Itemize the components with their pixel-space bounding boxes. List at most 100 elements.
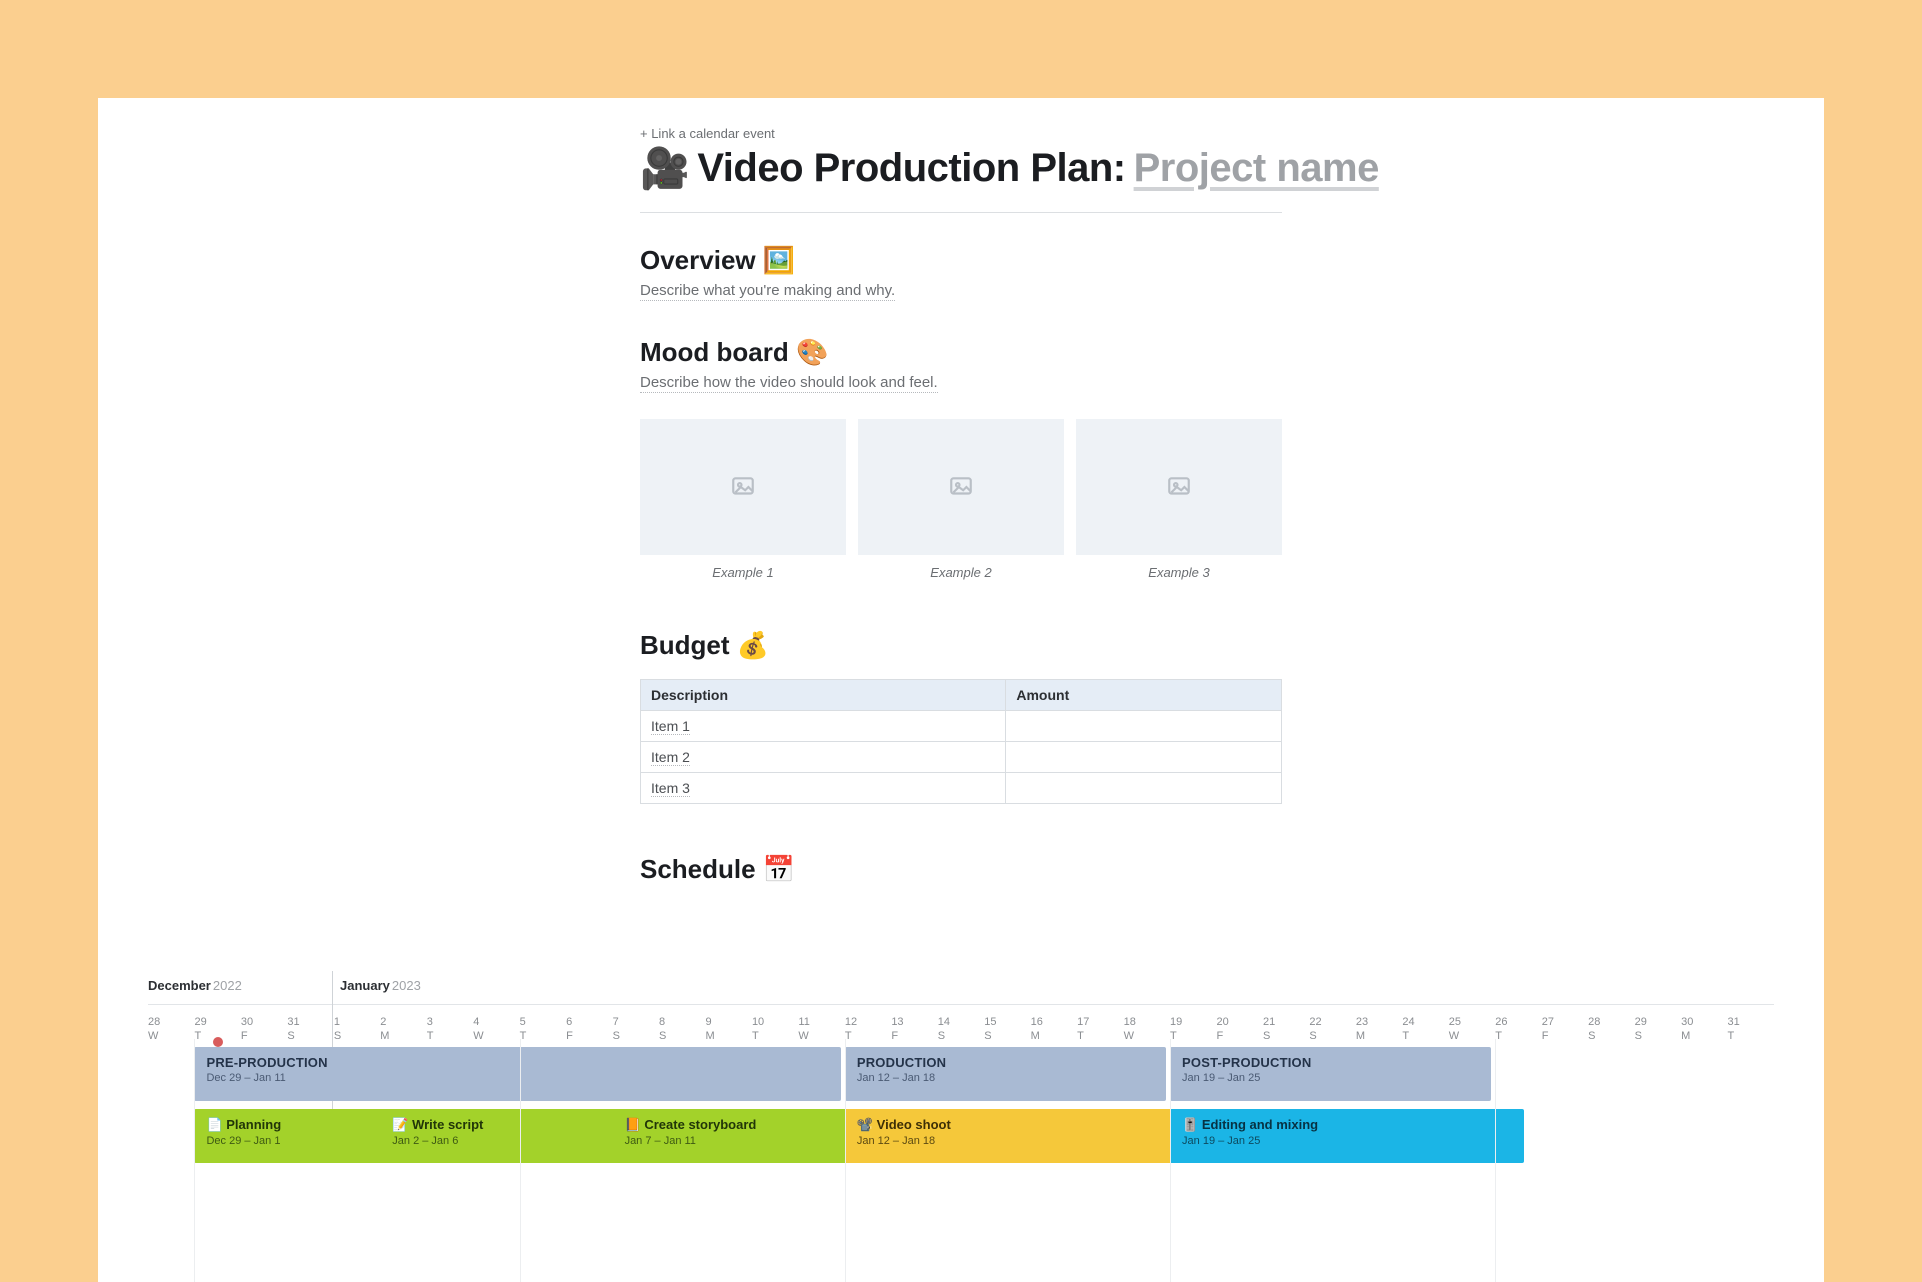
image-placeholder[interactable] [640, 419, 846, 555]
day-header: 11W [798, 1015, 846, 1043]
today-marker [213, 1037, 223, 1047]
day-header: 31T [1728, 1015, 1776, 1043]
bar-dates: Jan 19 – Jan 25 [1182, 1072, 1479, 1084]
project-name-placeholder[interactable]: Project name [1134, 146, 1379, 191]
grid-line [194, 1039, 195, 1282]
month-labels: December2022 January2023 [148, 978, 1774, 998]
day-header-row: 28W29T30F31S1S2M3T4W5T6F7S8S9M10T11W12T1… [148, 1015, 1774, 1043]
month-label: December2022 [148, 978, 242, 993]
table-row[interactable]: Item 2 [641, 742, 1282, 773]
day-header: 28S [1588, 1015, 1636, 1043]
day-header: 30F [241, 1015, 289, 1043]
bar-dates: Jan 7 – Jan 11 [625, 1135, 862, 1147]
day-header: 6F [566, 1015, 614, 1043]
table-row[interactable]: Item 1 [641, 711, 1282, 742]
budget-item[interactable]: Item 1 [651, 718, 690, 735]
day-header: 13F [891, 1015, 939, 1043]
bar-title: PRE-PRODUCTION [206, 1055, 828, 1070]
day-header: 2M [380, 1015, 428, 1043]
bar-title: 📄 Planning [206, 1117, 396, 1133]
task-bar[interactable]: 📝 Write scriptJan 2 – Jan 6 [380, 1109, 641, 1163]
day-header: 21S [1263, 1015, 1311, 1043]
moodboard-heading: Mood board 🎨 [640, 337, 1282, 368]
moodboard-cell[interactable]: Example 1 [640, 419, 846, 580]
bar-title: 📽️ Video shoot [857, 1117, 1187, 1133]
day-header: 15S [984, 1015, 1032, 1043]
bar-title: 📙 Create storyboard [625, 1117, 862, 1133]
grid-line [520, 1039, 521, 1282]
budget-amount[interactable] [1006, 711, 1282, 742]
bar-dates: Jan 12 – Jan 18 [857, 1072, 1154, 1084]
schedule-timeline[interactable]: December2022 January2023 28W29T30F31S1S2M… [148, 978, 1774, 1207]
link-calendar-event[interactable]: + Link a calendar event [640, 126, 1282, 141]
day-header: 30M [1681, 1015, 1729, 1043]
phase-bar[interactable]: POST-PRODUCTION Jan 19 – Jan 25 [1170, 1047, 1491, 1101]
day-header: 23M [1356, 1015, 1404, 1043]
gantt-area[interactable]: PRE-PRODUCTION Dec 29 – Jan 11 PRODUCTION J… [148, 1047, 1774, 1207]
overview-placeholder[interactable]: Describe what you're making and why. [640, 282, 895, 301]
bar-title: POST-PRODUCTION [1182, 1055, 1479, 1070]
task-bar[interactable]: 📄 Planning Dec 29 – Jan 1 [194, 1109, 408, 1163]
bar-dates: Jan 19 – Jan 25 [1182, 1135, 1512, 1147]
moodboard-cell[interactable]: Example 3 [1076, 419, 1282, 580]
budget-col-description: Description [641, 680, 1006, 711]
day-header: 20F [1217, 1015, 1265, 1043]
bar-dates: Jan 2 – Jan 6 [392, 1135, 629, 1147]
grid-line [845, 1039, 846, 1282]
day-header: 14S [938, 1015, 986, 1043]
moodboard-placeholder[interactable]: Describe how the video should look and f… [640, 374, 938, 393]
day-header: 4W [473, 1015, 521, 1043]
budget-item[interactable]: Item 2 [651, 749, 690, 766]
divider [640, 212, 1282, 213]
day-header: 17T [1077, 1015, 1125, 1043]
day-header: 31S [287, 1015, 335, 1043]
table-row[interactable]: Item 3 [641, 773, 1282, 804]
bar-title: PRODUCTION [857, 1055, 1154, 1070]
month-label: January2023 [340, 978, 421, 993]
day-header: 7S [613, 1015, 661, 1043]
day-header: 25W [1449, 1015, 1497, 1043]
page-title-prefix: Video Production Plan: [697, 146, 1125, 191]
day-header: 5T [520, 1015, 568, 1043]
day-header: 29S [1635, 1015, 1683, 1043]
bar-title: 🎚️ Editing and mixing [1182, 1117, 1512, 1133]
divider [148, 1004, 1774, 1005]
phase-bar[interactable]: PRODUCTION Jan 12 – Jan 18 [845, 1047, 1166, 1101]
budget-table: Description Amount Item 1 Item 2 [640, 679, 1282, 804]
budget-heading: Budget 💰 [640, 630, 1282, 661]
day-header: 10T [752, 1015, 800, 1043]
phase-bar[interactable]: PRE-PRODUCTION Dec 29 – Jan 11 [194, 1047, 840, 1101]
day-header: 19T [1170, 1015, 1218, 1043]
budget-item[interactable]: Item 3 [651, 780, 690, 797]
schedule-heading: Schedule 📅 [640, 854, 1282, 885]
overview-heading: Overview 🖼️ [640, 245, 1282, 276]
day-header: 9M [705, 1015, 753, 1043]
moodboard-caption: Example 1 [712, 565, 773, 580]
moodboard-row: Example 1 Example 2 [640, 419, 1282, 580]
budget-amount[interactable] [1006, 742, 1282, 773]
day-header: 3T [427, 1015, 475, 1043]
task-bar[interactable]: 📽️ Video shootJan 12 – Jan 18 [845, 1109, 1199, 1163]
budget-col-amount: Amount [1006, 680, 1282, 711]
task-bar[interactable]: 🎚️ Editing and mixing Jan 19 – Jan 25 [1170, 1109, 1524, 1163]
day-header: 8S [659, 1015, 707, 1043]
day-header: 18W [1124, 1015, 1172, 1043]
bar-dates: Dec 29 – Jan 11 [206, 1072, 828, 1084]
moodboard-caption: Example 2 [930, 565, 991, 580]
grid-line [1170, 1039, 1171, 1282]
camera-icon: 🎥 [640, 145, 689, 192]
day-header: 12T [845, 1015, 893, 1043]
image-placeholder[interactable] [858, 419, 1064, 555]
day-header: 24T [1402, 1015, 1450, 1043]
bar-dates: Dec 29 – Jan 1 [206, 1135, 396, 1147]
moodboard-cell[interactable]: Example 2 [858, 419, 1064, 580]
grid-line [1495, 1039, 1496, 1282]
budget-amount[interactable] [1006, 773, 1282, 804]
image-icon [1166, 474, 1192, 500]
image-placeholder[interactable] [1076, 419, 1282, 555]
task-bar[interactable]: 📙 Create storyboard Jan 7 – Jan 11 [613, 1109, 874, 1163]
image-icon [730, 474, 756, 500]
moodboard-caption: Example 3 [1148, 565, 1209, 580]
page-title: 🎥 Video Production Plan: Project name [640, 145, 1282, 192]
day-header: 1S [334, 1015, 382, 1043]
